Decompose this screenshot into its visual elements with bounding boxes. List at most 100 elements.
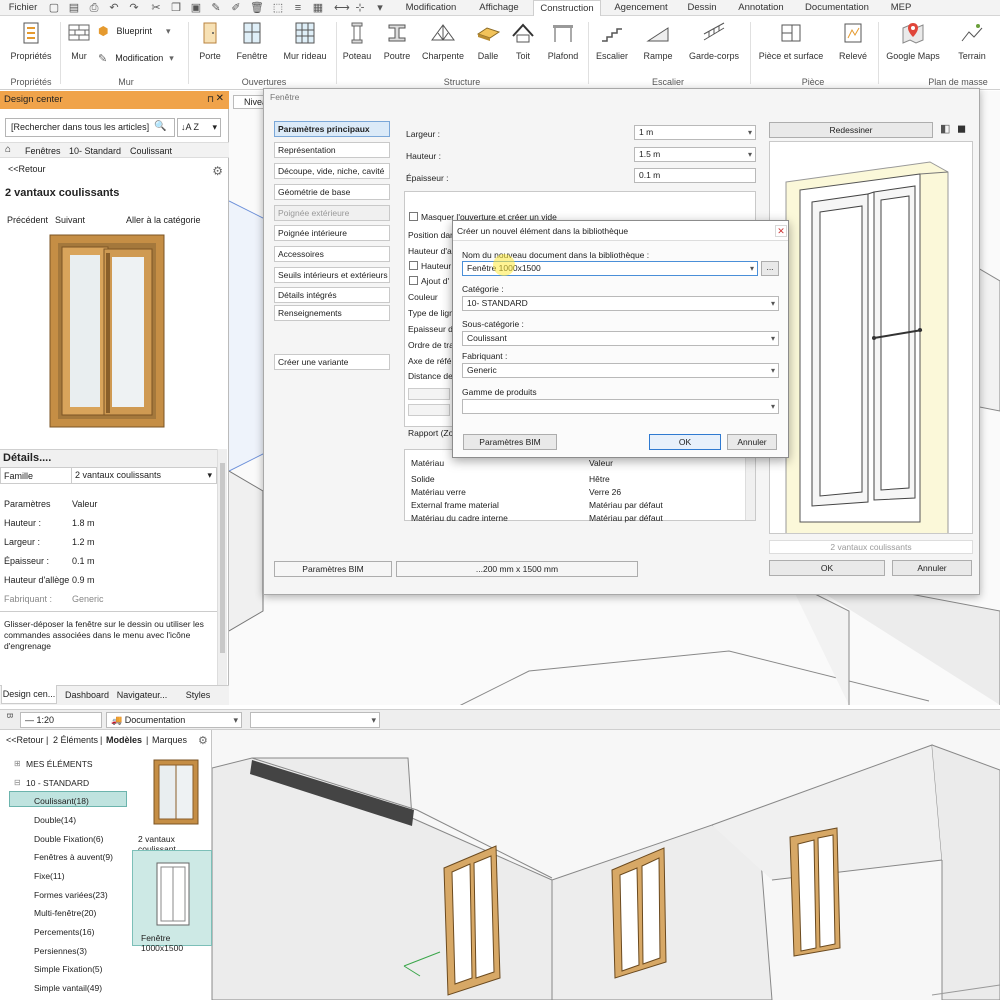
tab-annotation[interactable]: Annotation <box>732 0 790 16</box>
properties-button[interactable]: Propriétés <box>6 20 56 61</box>
column-button[interactable]: Poteau <box>340 20 374 61</box>
nav-details-integres[interactable]: Détails intégrés <box>274 287 390 303</box>
new-icon[interactable]: ▢ <box>48 2 60 14</box>
select-icon[interactable]: ⬚ <box>272 2 284 14</box>
back-link[interactable]: <<Retour <box>6 735 44 745</box>
gear-icon[interactable]: ⚙ <box>212 164 223 178</box>
layers-handle-icon[interactable]: B <box>5 713 14 718</box>
maker-dropdown[interactable]: Generic ▾ <box>462 363 779 378</box>
range-dropdown[interactable]: ▾ <box>462 399 779 414</box>
next-link[interactable]: Suivant <box>55 215 85 225</box>
tab-marques[interactable]: Marques <box>152 735 187 745</box>
window-3d-preview[interactable] <box>769 141 973 535</box>
search-icon[interactable]: 🔍 <box>154 121 166 132</box>
category-dropdown[interactable]: 10- STANDARD ▾ <box>462 296 779 311</box>
curtain-wall-button[interactable]: Mur rideau <box>280 20 330 61</box>
create-variant-button[interactable]: Créer une variante <box>274 354 390 370</box>
scale-dropdown[interactable]: — 1:20▾ <box>20 712 115 728</box>
redessiner-button[interactable]: Redessiner <box>769 122 933 138</box>
ceiling-button[interactable]: Plafond <box>544 20 582 61</box>
close-icon[interactable]: ✕ <box>216 93 224 104</box>
style-dropdown[interactable]: ▾ <box>250 712 380 728</box>
masquer-checkbox[interactable] <box>409 212 418 221</box>
more-icon[interactable]: ▾ <box>374 2 386 14</box>
nav-decoupe[interactable]: Découpe, vide, niche, cavité <box>274 163 390 179</box>
close-icon[interactable]: ✕ <box>775 225 787 237</box>
expand-icon[interactable]: ⊞ <box>14 759 21 768</box>
beam-button[interactable]: Poutre <box>380 20 414 61</box>
tab-design-center[interactable]: Design cen... <box>1 685 57 704</box>
ok-button[interactable]: OK <box>649 434 721 450</box>
gear-icon[interactable]: ⚙ <box>198 734 208 747</box>
tab-fichier[interactable]: Fichier <box>6 0 40 16</box>
redo-icon[interactable]: ↷ <box>128 2 140 14</box>
hauteur-field[interactable]: 1.5 m ▾ <box>634 147 756 162</box>
thumbnail-sliding-window[interactable] <box>152 758 200 826</box>
subcategory-dropdown[interactable]: Coulissant ▾ <box>462 331 779 346</box>
pen-icon[interactable]: ✐ <box>230 2 242 14</box>
tree-item[interactable]: Double(14) <box>34 815 76 825</box>
tab-agencement[interactable]: Agencement <box>610 0 672 16</box>
measure-icon[interactable]: ⟷ <box>334 2 350 14</box>
blueprint-button[interactable]: ⬢ Blueprint ▾ <box>98 24 171 38</box>
go-to-category-link[interactable]: Aller à la catégorie <box>126 215 201 225</box>
nav-renseignements[interactable]: Renseignements <box>274 305 390 321</box>
undo-icon[interactable]: ↶ <box>108 2 120 14</box>
truss-button[interactable]: Charpente <box>420 20 466 61</box>
tab-dessin[interactable]: Dessin <box>684 0 720 16</box>
nav-geometrie[interactable]: Géométrie de base <box>274 184 390 200</box>
nav-poignee-interieure[interactable]: Poignée intérieure <box>274 225 390 241</box>
survey-button[interactable]: Relevé <box>834 20 872 61</box>
browse-button[interactable]: ... <box>761 261 779 276</box>
breadcrumb-coulissant[interactable]: Coulissant <box>130 144 172 158</box>
layer-dropdown[interactable]: 🚚 Documentation ▾ <box>106 712 242 728</box>
tree-item[interactable]: Coulissant(18) <box>34 796 89 806</box>
window-preview-image[interactable] <box>46 233 168 431</box>
previous-link[interactable]: Précédent <box>7 215 48 225</box>
bim-parameters-button[interactable]: Paramètres BIM <box>463 434 557 450</box>
terrain-button[interactable]: Terrain <box>952 20 992 61</box>
family-dropdown[interactable]: 2 vantaux coulissants ▾ <box>71 468 215 483</box>
tree-standard[interactable]: 10 - STANDARD <box>26 778 89 788</box>
tab-navigateur[interactable]: Navigateur... <box>114 686 170 704</box>
railing-button[interactable]: Garde-corps <box>684 20 744 61</box>
wall-modification-button[interactable]: ✎ Modification ▾ <box>98 51 174 65</box>
pin-icon[interactable]: ⊓ <box>207 94 214 105</box>
tree-item[interactable]: Multi-fenêtre(20) <box>34 908 96 918</box>
nav-representation[interactable]: Représentation <box>274 142 390 158</box>
tree-item[interactable]: Double Fixation(6) <box>34 834 103 844</box>
hauteur-checkbox[interactable] <box>409 261 418 270</box>
tree-item[interactable]: Fenêtres à auvent(9) <box>34 852 113 862</box>
tree-item[interactable]: Formes variées(23) <box>34 890 108 900</box>
ramp-button[interactable]: Rampe <box>640 20 676 61</box>
trash-icon[interactable]: 🗑 <box>250 2 264 14</box>
sort-dropdown[interactable]: ↓A Z ▾ <box>177 118 221 137</box>
nav-parametres-principaux[interactable]: Paramètres principaux <box>274 121 390 137</box>
largeur-field[interactable]: 1 m ▾ <box>634 125 756 140</box>
search-input[interactable]: [Rechercher dans tous les articles] <box>5 118 175 137</box>
breadcrumb-fenetres[interactable]: Fenêtres <box>25 144 61 158</box>
cancel-button[interactable]: Annuler <box>892 560 972 576</box>
wall-button[interactable]: Mur <box>64 20 94 61</box>
open-icon[interactable]: ▤ <box>68 2 80 14</box>
bim-parameters-button[interactable]: Paramètres BIM <box>274 561 392 577</box>
3d-view-bottom[interactable] <box>211 730 1000 1000</box>
tab-mep[interactable]: MEP <box>884 0 918 16</box>
dimension-icon[interactable]: ⊹ <box>354 2 366 14</box>
nav-poignee-exterieure[interactable]: Poignée extérieure <box>274 205 390 221</box>
tab-styles[interactable]: Styles <box>178 686 218 704</box>
tab-modification[interactable]: Modification <box>400 0 462 16</box>
view-cube-icon[interactable]: ◧ <box>940 122 950 135</box>
ok-button[interactable]: OK <box>769 560 885 576</box>
tree-item[interactable]: Simple vantail(49) <box>34 983 102 993</box>
ajout-checkbox[interactable] <box>409 276 418 285</box>
tree-item[interactable]: Persiennes(3) <box>34 946 87 956</box>
tab-documentation[interactable]: Documentation <box>800 0 874 16</box>
thumbnail-selected[interactable]: Fenêtre 1000x1500 <box>132 850 212 953</box>
nav-seuils[interactable]: Seuils intérieurs et extérieurs <box>274 267 390 283</box>
layers-icon[interactable]: ≡ <box>292 2 304 14</box>
details-scrollbar[interactable] <box>217 449 227 687</box>
size-summary-button[interactable]: ...200 mm x 1500 mm <box>396 561 638 577</box>
back-link[interactable]: <<Retour <box>8 164 46 174</box>
slab-button[interactable]: Dalle <box>472 20 504 61</box>
